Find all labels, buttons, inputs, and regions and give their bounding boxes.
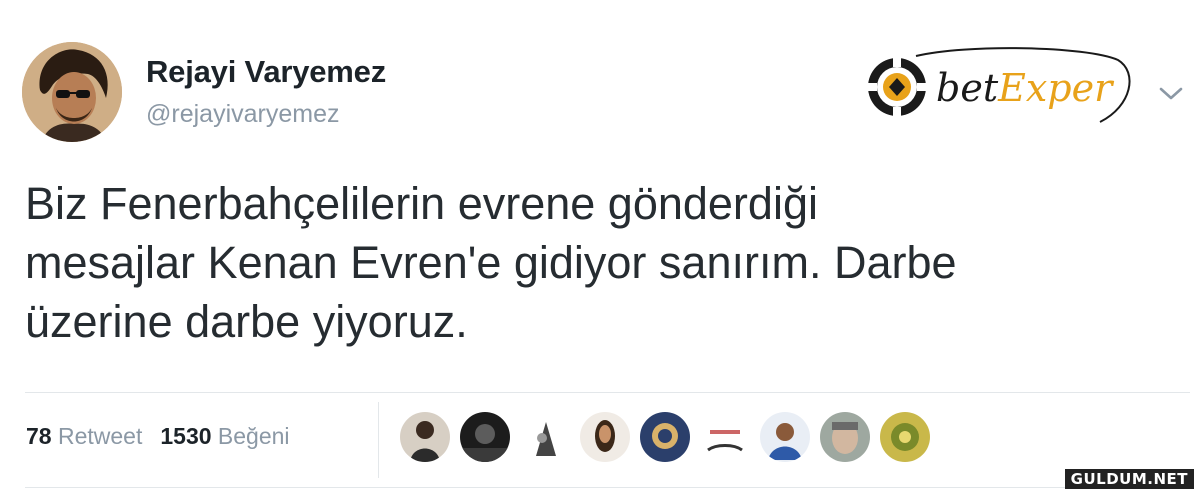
chevron-down-icon[interactable]	[1158, 86, 1184, 102]
liker-avatar[interactable]	[460, 412, 510, 462]
liker-avatar[interactable]	[580, 412, 630, 462]
divider	[25, 392, 1190, 393]
watermark: GULDUM.NET	[1064, 469, 1194, 489]
avatar[interactable]	[22, 42, 122, 142]
liker-avatar[interactable]	[880, 412, 930, 462]
divider	[25, 487, 1190, 488]
tweet-text-line: üzerine darbe yiyoruz.	[25, 296, 468, 347]
liker-avatar[interactable]	[640, 412, 690, 462]
liker-avatar[interactable]	[400, 412, 450, 462]
like-stat[interactable]: 1530 Beğeni	[160, 423, 289, 449]
divider	[378, 402, 379, 478]
poker-chip-icon	[868, 58, 926, 116]
author-handle[interactable]: @rejayivaryemez	[146, 100, 339, 129]
liker-avatar[interactable]	[520, 412, 570, 462]
liker-avatar[interactable]	[700, 412, 750, 462]
retweet-stat[interactable]: 78 Retweet	[26, 423, 142, 449]
tweet-text: Biz Fenerbahçelilerin evrene gönderdiği …	[25, 174, 1195, 351]
author-name[interactable]: Rejayi Varyemez	[146, 54, 386, 90]
brand-logo: betExper	[856, 44, 1132, 132]
liker-avatar[interactable]	[760, 412, 810, 462]
brand-wordmark: betExper	[936, 66, 1113, 110]
tweet-stats: 78 Retweet 1530 Beğeni	[26, 423, 290, 450]
liker-avatar[interactable]	[820, 412, 870, 462]
tweet-text-line: mesajlar Kenan Evren'e gidiyor sanırım. …	[25, 237, 957, 288]
tweet-card: Rejayi Varyemez @rejayivaryemez betExper…	[0, 0, 1200, 493]
tweet-text-line: Biz Fenerbahçelilerin evrene gönderdiği	[25, 178, 818, 229]
